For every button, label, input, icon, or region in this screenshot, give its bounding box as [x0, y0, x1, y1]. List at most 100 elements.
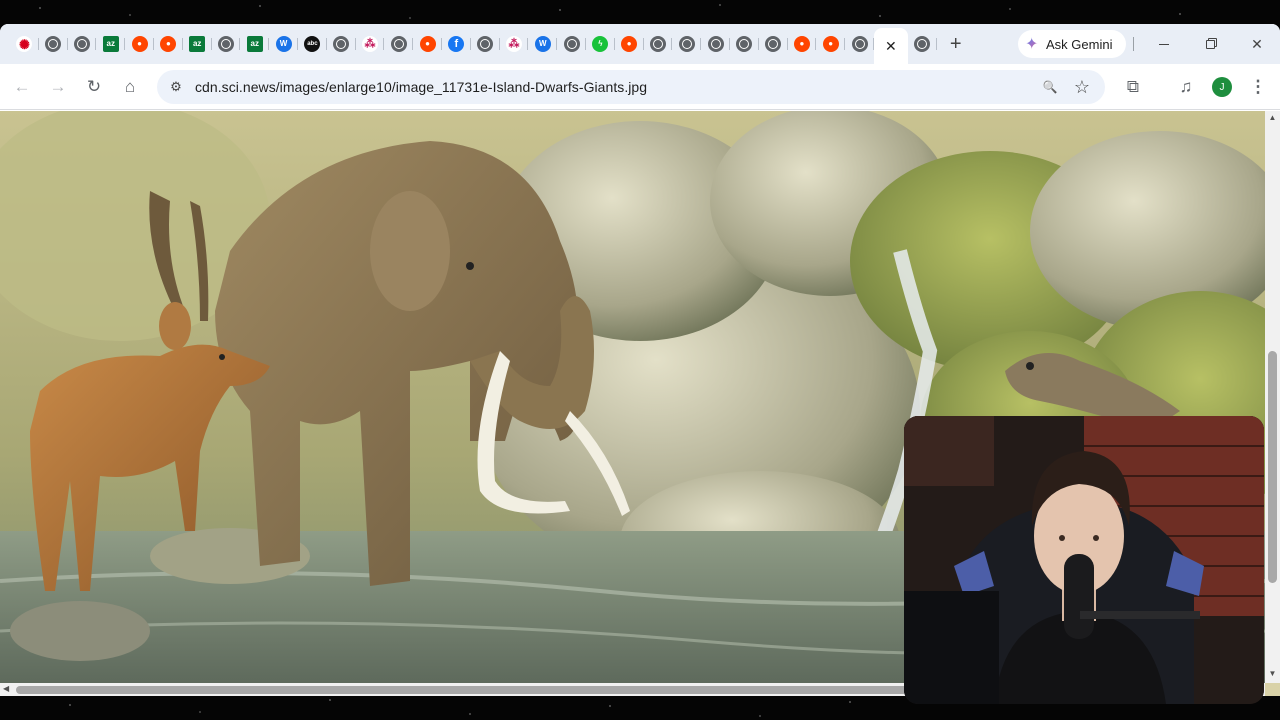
browser-tab[interactable]: W	[269, 28, 298, 60]
browser-tab[interactable]	[644, 28, 673, 60]
browser-tab[interactable]	[672, 28, 701, 60]
webcam-feed	[904, 416, 1264, 704]
globe-icon	[563, 36, 580, 52]
horizontal-scrollbar-thumb[interactable]	[16, 686, 916, 694]
menu-button[interactable]: ⋮	[1243, 72, 1273, 102]
profile-avatar[interactable]: J	[1212, 77, 1232, 97]
ask-gemini-button[interactable]: Ask Gemini	[1018, 30, 1126, 58]
globe-icon	[45, 36, 62, 52]
scroll-left-arrow[interactable]: ◀	[3, 684, 9, 693]
browser-tab[interactable]: ●	[413, 28, 442, 60]
tab-search-icon: ⧉	[1126, 77, 1140, 96]
globe-icon	[914, 36, 931, 52]
home-button[interactable]: ⌂	[115, 72, 145, 102]
globe-icon	[736, 36, 753, 52]
reddit-icon: ●	[793, 36, 810, 52]
kebab-menu-icon: ⋮	[1249, 77, 1267, 96]
browser-tab[interactable]: az	[240, 28, 269, 60]
browser-tab[interactable]: ⁂	[356, 28, 385, 60]
cast-button[interactable]: ⧉	[1118, 72, 1148, 102]
motif-icon: ⁂	[505, 36, 522, 52]
browser-tab[interactable]	[845, 28, 874, 60]
star-icon: ☆	[1073, 76, 1091, 97]
browser-tab[interactable]: ●	[816, 28, 845, 60]
close-icon: ✕	[1251, 35, 1263, 52]
browser-tab[interactable]: ✺	[10, 28, 39, 60]
wikipedia-icon: W	[534, 36, 551, 52]
tune-icon: ⚙	[170, 79, 182, 94]
globe-icon	[851, 36, 868, 52]
browser-tab[interactable]: ●	[615, 28, 644, 60]
browser-tab[interactable]: az	[96, 28, 125, 60]
reddit-icon: ●	[621, 36, 638, 52]
globe-icon	[217, 36, 234, 52]
scroll-down-arrow[interactable]: ▼	[1266, 669, 1279, 681]
url-text[interactable]: cdn.sci.news/images/enlarge10/image_1173…	[195, 79, 647, 95]
zoom-icon: 🔍	[1042, 80, 1058, 94]
globe-icon	[477, 36, 494, 52]
browser-tab[interactable]	[730, 28, 759, 60]
browser-tab[interactable]	[471, 28, 500, 60]
window-close-button[interactable]: ✕	[1234, 24, 1280, 64]
wikipedia-icon: W	[275, 36, 292, 52]
address-bar[interactable]: ⚙ cdn.sci.news/images/enlarge10/image_11…	[157, 70, 1105, 104]
zoom-button[interactable]: 🔍	[1037, 74, 1063, 100]
browser-tab[interactable]	[908, 28, 937, 60]
minimize-button[interactable]	[1141, 24, 1187, 64]
browser-tab[interactable]: abc	[298, 28, 327, 60]
reload-icon: ↻	[86, 77, 102, 96]
browser-tab[interactable]	[68, 28, 97, 60]
active-tab[interactable]: ✕	[873, 28, 908, 64]
vertical-scrollbar-thumb[interactable]	[1268, 351, 1277, 583]
browser-tab[interactable]	[759, 28, 788, 60]
navigation-toolbar: ← → ↻ ⌂ ⚙ cdn.sci.news/images/enlarge10/…	[0, 64, 1280, 110]
restore-icon	[1205, 39, 1215, 49]
browser-tab[interactable]: ●	[154, 28, 183, 60]
browser-tab[interactable]: ●	[788, 28, 817, 60]
cbc-icon: ✺	[16, 36, 33, 52]
globe-icon	[390, 36, 407, 52]
browser-tab[interactable]	[212, 28, 241, 60]
globe-icon	[765, 36, 782, 52]
media-queue-icon: ♫	[1179, 77, 1193, 96]
site-info-button[interactable]: ⚙	[159, 70, 193, 104]
browser-tab[interactable]: az	[183, 28, 212, 60]
browser-tab[interactable]	[557, 28, 586, 60]
browser-tab[interactable]: ϟ	[586, 28, 615, 60]
back-button[interactable]: ←	[7, 72, 37, 102]
browser-tab[interactable]: f	[442, 28, 471, 60]
globe-icon	[678, 36, 695, 52]
browser-tab[interactable]: ⁂	[500, 28, 529, 60]
browser-tab[interactable]: ●	[125, 28, 154, 60]
restore-button[interactable]	[1187, 24, 1233, 64]
globe-icon	[707, 36, 724, 52]
minimize-icon	[1159, 43, 1169, 45]
bookmark-button[interactable]: ☆	[1069, 74, 1095, 100]
forward-button[interactable]: →	[43, 72, 73, 102]
media-controls-button[interactable]: ♫	[1171, 72, 1201, 102]
facebook-icon: f	[448, 36, 465, 52]
az-icon: az	[246, 36, 263, 52]
tab-close-icon[interactable]: ✕	[885, 38, 897, 55]
tab-strip: ✺ az ● ● az az Wabc ⁂ ● f ⁂ Wϟ ● ● ● ✕ + Ask Gemini ✕	[0, 24, 1280, 64]
browser-tab[interactable]	[327, 28, 356, 60]
tab-list: ✺ az ● ● az az Wabc ⁂ ● f ⁂ Wϟ ● ● ● ✕ +	[0, 24, 971, 64]
browser-tab[interactable]	[701, 28, 730, 60]
globe-icon	[333, 36, 350, 52]
ask-gemini-label: Ask Gemini	[1046, 36, 1113, 52]
scroll-up-arrow[interactable]: ▲	[1266, 113, 1279, 125]
profile-initial: J	[1219, 81, 1225, 93]
browser-tab[interactable]	[39, 28, 68, 60]
reddit-icon: ●	[822, 36, 839, 52]
reload-button[interactable]: ↻	[79, 72, 109, 102]
reddit-icon: ●	[131, 36, 148, 52]
browser-tab[interactable]: W	[528, 28, 557, 60]
globe-icon	[649, 36, 666, 52]
browser-tab[interactable]	[384, 28, 413, 60]
back-arrow-icon: ←	[13, 77, 31, 96]
globe-icon	[73, 36, 90, 52]
motif-icon: ⁂	[361, 36, 378, 52]
forward-arrow-icon: →	[49, 77, 67, 96]
new-tab-button[interactable]: +	[941, 29, 971, 59]
home-icon: ⌂	[124, 77, 136, 96]
